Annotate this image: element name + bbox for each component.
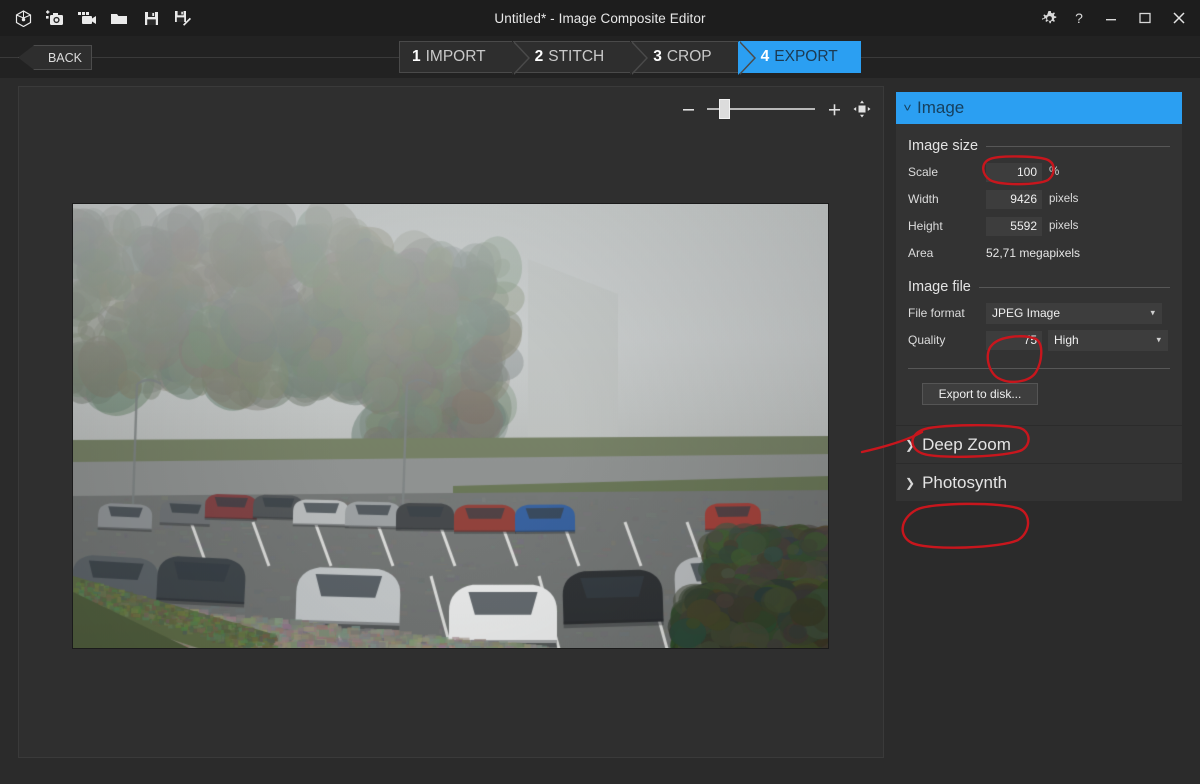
maximize-icon[interactable] <box>1128 3 1162 33</box>
image-file-label: Image file <box>908 279 971 295</box>
save-icon[interactable] <box>136 3 166 33</box>
scale-unit: % <box>1049 166 1059 178</box>
width-row: Width 9426 pixels <box>908 187 1170 211</box>
preview-canvas-area <box>18 86 884 758</box>
plus-icon[interactable] <box>823 98 845 120</box>
panel-divider <box>908 368 1170 369</box>
step-label: IMPORT <box>426 48 486 66</box>
back-button-label: BACK <box>48 51 82 65</box>
file-format-row: File format JPEG Image ▾ <box>908 301 1170 325</box>
area-value: 52,71 megapixels <box>986 246 1080 260</box>
file-format-label: File format <box>908 306 986 320</box>
panel-body: Image size Scale 100 % Width 9426 pixels… <box>896 124 1182 415</box>
zoom-controls <box>677 95 873 123</box>
scale-row: Scale 100 % <box>908 160 1170 184</box>
new-from-camera-icon[interactable] <box>40 3 70 33</box>
quality-preset-select[interactable]: High ▾ <box>1048 330 1168 351</box>
quality-label: Quality <box>908 333 986 347</box>
zoom-slider-thumb[interactable] <box>719 99 730 119</box>
save-as-icon[interactable] <box>168 3 198 33</box>
minimize-icon[interactable] <box>1094 3 1128 33</box>
chevron-down-icon: ˅ <box>903 101 911 115</box>
image-size-label: Image size <box>908 138 978 154</box>
step-number: 4 <box>761 48 770 66</box>
group-rule <box>979 287 1170 288</box>
image-composite-editor-window: Untitled* - Image Composite Editor ? BAC… <box>0 0 1200 784</box>
step-label: EXPORT <box>774 48 837 66</box>
open-folder-icon[interactable] <box>104 3 134 33</box>
step-number: 1 <box>412 48 421 66</box>
question-mark-icon[interactable]: ? <box>1064 3 1094 33</box>
height-row: Height 5592 pixels <box>908 214 1170 238</box>
step-export[interactable]: 4 EXPORT <box>739 41 861 73</box>
new-from-video-icon[interactable] <box>72 3 102 33</box>
accordion-photosynth[interactable]: ❯ Photosynth <box>896 463 1182 501</box>
height-label: Height <box>908 219 986 233</box>
width-label: Width <box>908 192 986 206</box>
export-settings-panel: ˅ Image Image size Scale 100 % Width 942… <box>896 92 1182 542</box>
minus-icon[interactable] <box>677 98 699 120</box>
quality-preset-value: High <box>1054 333 1079 347</box>
step-stitch[interactable]: 2 STITCH <box>513 41 631 73</box>
chevron-right-icon: ❯ <box>905 438 915 452</box>
file-format-value: JPEG Image <box>992 306 1060 320</box>
export-to-disk-button[interactable]: Export to disk... <box>922 383 1038 405</box>
step-label: STITCH <box>548 48 604 66</box>
height-input[interactable]: 5592 <box>986 217 1042 236</box>
chevron-down-icon: ▾ <box>1150 308 1155 319</box>
height-unit: pixels <box>1049 220 1078 232</box>
area-row: Area 52,71 megapixels <box>908 241 1170 265</box>
close-icon[interactable] <box>1162 3 1196 33</box>
area-label: Area <box>908 246 986 260</box>
title-bar: Untitled* - Image Composite Editor ? <box>0 0 1200 36</box>
panel-header-image[interactable]: ˅ Image <box>896 92 1182 124</box>
accordion-photosynth-label: Photosynth <box>922 473 1007 493</box>
chevron-right-icon: ❯ <box>905 476 915 490</box>
panel-spacer <box>896 415 1182 425</box>
window-controls: ? <box>1034 0 1200 36</box>
step-import[interactable]: 1 IMPORT <box>399 41 512 73</box>
wizard-steps: 1 IMPORT 2 STITCH 3 CROP 4 EXPORT <box>399 41 862 73</box>
image-size-group-title: Image size <box>908 138 1170 154</box>
panel-header-label: Image <box>917 98 964 118</box>
group-rule <box>986 146 1170 147</box>
accordion-deep-zoom-label: Deep Zoom <box>922 435 1011 455</box>
gear-icon[interactable] <box>1034 3 1064 33</box>
quality-row: Quality 75 High ▾ <box>908 328 1170 352</box>
scale-label: Scale <box>908 165 986 179</box>
scale-input[interactable]: 100 <box>986 163 1042 182</box>
step-number: 3 <box>653 48 662 66</box>
quality-input[interactable]: 75 <box>986 331 1042 350</box>
zoom-slider[interactable] <box>705 98 817 120</box>
accordion-deep-zoom[interactable]: ❯ Deep Zoom <box>896 425 1182 463</box>
quick-access-toolbar <box>0 3 198 33</box>
fit-to-window-icon[interactable] <box>851 98 873 120</box>
step-label: CROP <box>667 48 712 66</box>
file-format-select[interactable]: JPEG Image ▾ <box>986 303 1162 324</box>
image-file-group-title: Image file <box>908 279 1170 295</box>
stitched-panorama-preview <box>72 203 829 649</box>
width-input[interactable]: 9426 <box>986 190 1042 209</box>
step-number: 2 <box>535 48 544 66</box>
width-unit: pixels <box>1049 193 1078 205</box>
chevron-down-icon: ▾ <box>1156 335 1161 346</box>
new-composition-icon[interactable] <box>8 3 38 33</box>
